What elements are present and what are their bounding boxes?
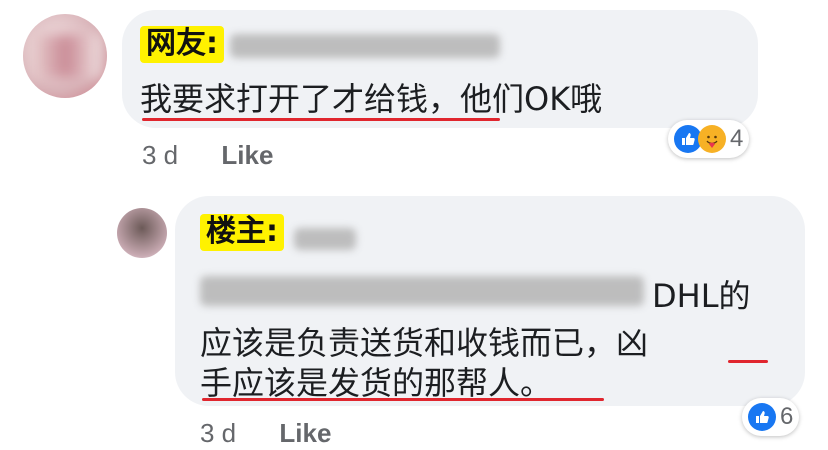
reply-meta: 3 d Like xyxy=(200,418,331,449)
like-button[interactable]: Like xyxy=(221,140,273,170)
reaction-count: 4 xyxy=(730,125,744,152)
reply-timestamp[interactable]: 3 d xyxy=(200,418,236,448)
highlight-underline xyxy=(728,360,768,363)
like-button[interactable]: Like xyxy=(279,418,331,448)
commenter-label: 网友: xyxy=(140,26,224,63)
care-icon xyxy=(698,125,726,153)
reply-avatar[interactable] xyxy=(117,208,167,258)
highlight-underline xyxy=(142,118,500,121)
blurred-username xyxy=(294,228,356,250)
like-icon xyxy=(748,403,776,431)
blurred-username xyxy=(230,34,500,58)
author-label: 楼主: xyxy=(200,214,284,251)
commenter-avatar[interactable] xyxy=(23,14,107,98)
blurred-mention xyxy=(200,276,644,306)
comment-timestamp[interactable]: 3 d xyxy=(142,140,178,170)
reaction-count: 6 xyxy=(780,403,794,430)
highlight-underline xyxy=(202,398,604,401)
reaction-summary[interactable]: 6 xyxy=(742,398,800,436)
comment-text: 我要求打开了才给钱，他们OK哦 xyxy=(140,80,603,118)
reaction-summary[interactable]: 4 xyxy=(668,120,750,158)
reply-text-line1: DHL的 xyxy=(652,277,751,315)
comment-meta: 3 d Like xyxy=(142,140,273,171)
